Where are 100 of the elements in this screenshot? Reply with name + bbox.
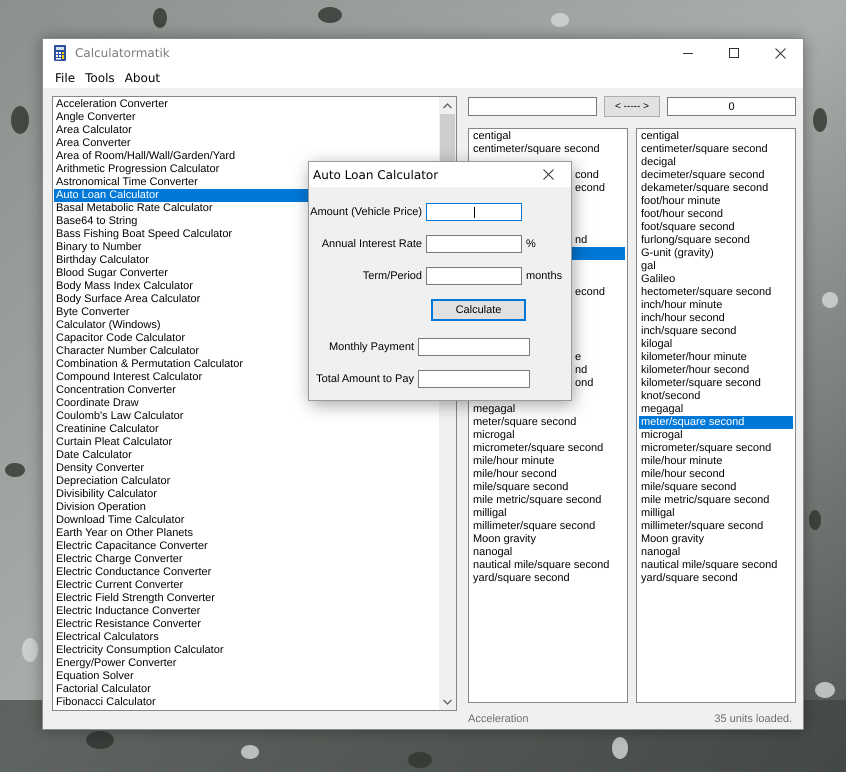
calculator-list-item[interactable]: Acceleration Converter [54,98,438,111]
calculator-list-item[interactable]: Equation Solver [54,670,438,683]
unit-list-item[interactable]: micrometer/square second [471,442,625,455]
calculator-list-item[interactable]: Electric Field Strength Converter [54,592,438,605]
result-label: Total Amount to Pay [315,373,414,385]
unit-list-item[interactable]: meter/square second [471,416,625,429]
unit-list-item[interactable]: dekameter/square second [639,182,793,195]
unit-list-item[interactable]: mile/hour second [471,468,625,481]
calculator-list-item[interactable]: Electrical Calculators [54,631,438,644]
input-field[interactable] [426,267,522,285]
calculator-list-item[interactable]: Electric Inductance Converter [54,605,438,618]
unit-list-item[interactable]: millimeter/square second [471,520,625,533]
calculator-list-item[interactable]: Electricity Consumption Calculator [54,644,438,657]
unit-list-item[interactable]: inch/square second [639,325,793,338]
calculator-list-item[interactable]: Factorial Calculator [54,683,438,696]
calculator-list-item[interactable]: Electric Capacitance Converter [54,540,438,553]
unit-list-item[interactable]: Moon gravity [471,533,625,546]
unit-list-item[interactable]: kilometer/hour second [639,364,793,377]
unit-list-item[interactable]: nautical mile/square second [471,559,625,572]
unit-list-item[interactable]: megagal [639,403,793,416]
unit-list-item[interactable]: decigal [639,156,793,169]
calculator-list-item[interactable]: Division Operation [54,501,438,514]
unit-list-item[interactable]: furlong/square second [639,234,793,247]
unit-list-item[interactable]: gal [639,260,793,273]
unit-list-item[interactable]: megagal [471,403,625,416]
unit-list-item[interactable]: foot/hour second [639,208,793,221]
swap-button[interactable]: < ----- > [604,96,660,117]
unit-list-item[interactable]: foot/square second [639,221,793,234]
unit-label: % [526,238,537,250]
calculator-list-item[interactable]: Angle Converter [54,111,438,124]
unit-list-item[interactable]: knot/second [639,390,793,403]
unit-list-item[interactable]: inch/hour second [639,312,793,325]
unit-list-item[interactable]: mile/square second [639,481,793,494]
calculator-list-item[interactable]: Coulomb's Law Calculator [54,410,438,423]
calculator-list-item[interactable]: Area of Room/Hall/Wall/Garden/Yard [54,150,438,163]
unit-list-item[interactable]: hectometer/square second [639,286,793,299]
unit-list-item[interactable]: yard/square second [639,572,793,585]
unit-list-item[interactable]: milligal [471,507,625,520]
unit-list-item[interactable]: foot/hour minute [639,195,793,208]
scroll-up-icon [443,102,452,108]
calculator-list-item[interactable]: Divisibility Calculator [54,488,438,501]
menu-item[interactable]: File [50,70,80,84]
unit-list-item[interactable]: nanogal [639,546,793,559]
calculator-list-item[interactable]: Area Calculator [54,124,438,137]
unit-list-item[interactable]: centigal [471,130,625,143]
calculator-list-item[interactable]: Earth Year on Other Planets [54,527,438,540]
unit-list-item[interactable]: mile metric/square second [471,494,625,507]
unit-list-item[interactable]: Moon gravity [639,533,793,546]
unit-list-item[interactable]: inch/hour minute [639,299,793,312]
unit-list-item[interactable]: nautical mile/square second [639,559,793,572]
calculator-list-item[interactable]: Coordinate Draw [54,397,438,410]
unit-list-item[interactable]: kilogal [639,338,793,351]
unit-list-item[interactable]: centimeter/square second [471,143,625,156]
field-label: Amount (Vehicle Price) [309,206,422,218]
scroll-down-icon [443,698,452,704]
unit-list-item[interactable]: yard/square second [471,572,625,585]
calculator-list-item[interactable]: Date Calculator [54,449,438,462]
to-value-field[interactable]: 0 [667,97,796,116]
calculator-list-item[interactable]: Electric Resistance Converter [54,618,438,631]
unit-list-item[interactable]: kilometer/hour minute [639,351,793,364]
calculator-list-item[interactable]: Area Converter [54,137,438,150]
unit-list-item[interactable]: meter/square second [639,416,793,429]
unit-list-item[interactable]: centigal [639,130,793,143]
input-field[interactable] [426,235,522,253]
dialog-title: Auto Loan Calculator [313,168,438,182]
unit-list-item[interactable]: milligal [639,507,793,520]
unit-list-item[interactable]: decimeter/square second [639,169,793,182]
close-icon [542,169,554,180]
field-label: Term/Period [362,270,422,282]
calculator-list-item[interactable]: Density Converter [54,462,438,475]
calculator-list-item[interactable]: Depreciation Calculator [54,475,438,488]
unit-list-item[interactable]: G-unit (gravity) [639,247,793,260]
menu-item[interactable]: Tools [80,70,120,84]
unit-list-item[interactable]: nanogal [471,546,625,559]
unit-list-item[interactable]: microgal [639,429,793,442]
menu-item[interactable]: About [120,70,166,84]
unit-list-item[interactable]: microgal [471,429,625,442]
unit-list-item[interactable]: kilometer/square second [639,377,793,390]
unit-list-item[interactable]: mile/hour second [639,468,793,481]
unit-list-item[interactable]: Galileo [639,273,793,286]
calculator-list-item[interactable]: Fibonacci Calculator [54,696,438,709]
unit-list-item[interactable]: micrometer/square second [639,442,793,455]
calculator-list-item[interactable]: Creatinine Calculator [54,423,438,436]
calculator-list-item[interactable]: Download Time Calculator [54,514,438,527]
status-message: 35 units loaded. [714,713,792,725]
unit-list-item[interactable]: mile/square second [471,481,625,494]
unit-list-item[interactable]: centimeter/square second [639,143,793,156]
calculator-list-item[interactable]: Energy/Power Converter [54,657,438,670]
unit-list-item[interactable]: mile metric/square second [639,494,793,507]
calculator-list-item[interactable]: Electric Conductance Converter [54,566,438,579]
calculate-button[interactable]: Calculate [431,299,526,321]
calculator-list-item[interactable]: Curtain Pleat Calculator [54,436,438,449]
calculator-list-item[interactable]: Electric Current Converter [54,579,438,592]
unit-list-item[interactable]: millimeter/square second [639,520,793,533]
input-field[interactable] [426,203,522,221]
status-category: Acceleration [468,713,529,725]
unit-list-item[interactable]: mile/hour minute [639,455,793,468]
from-value-field[interactable] [468,97,597,116]
calculator-list-item[interactable]: Electric Charge Converter [54,553,438,566]
unit-list-item[interactable]: mile/hour minute [471,455,625,468]
